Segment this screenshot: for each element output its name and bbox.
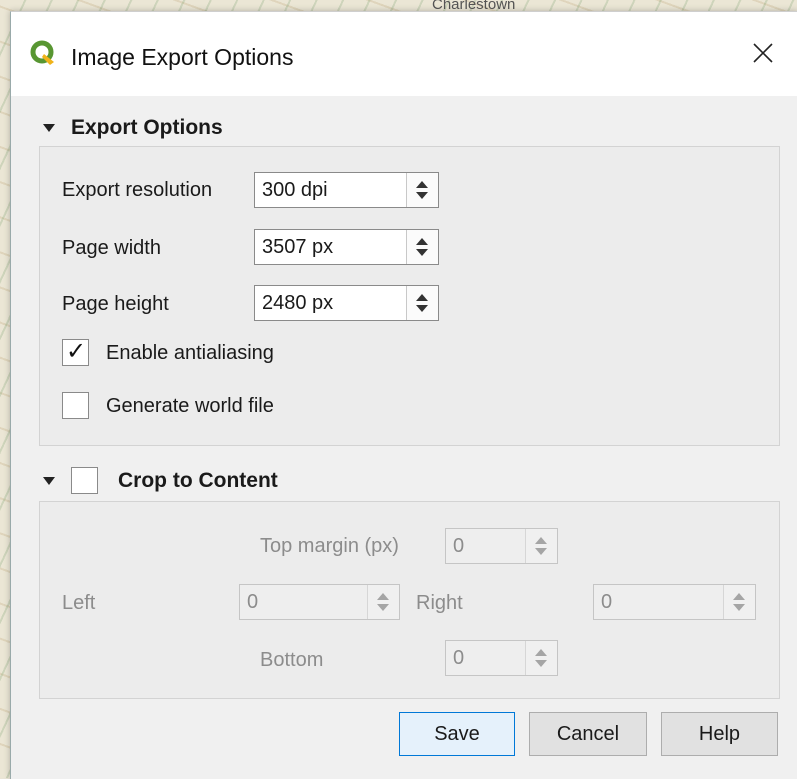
- crop-to-content-checkbox[interactable]: [71, 467, 98, 494]
- spin-buttons[interactable]: [367, 585, 399, 619]
- spin-buttons[interactable]: [406, 286, 438, 320]
- collapse-arrow-icon[interactable]: [43, 476, 55, 485]
- bottom-margin-spinbox[interactable]: 0: [445, 640, 558, 676]
- cancel-button[interactable]: Cancel: [529, 712, 647, 756]
- spin-down-icon[interactable]: [733, 604, 745, 611]
- export-options-title: Export Options: [71, 116, 223, 139]
- page-width-spinbox[interactable]: 3507 px: [254, 229, 439, 265]
- export-resolution-value: 300 dpi: [262, 179, 328, 201]
- spin-buttons[interactable]: [406, 173, 438, 207]
- spin-down-icon[interactable]: [416, 249, 428, 256]
- left-margin-value: 0: [247, 591, 259, 613]
- spin-up-icon[interactable]: [416, 181, 428, 188]
- spin-down-icon[interactable]: [535, 660, 547, 667]
- export-options-group: Export resolution 300 dpi Page width 350…: [39, 146, 780, 446]
- spin-up-icon[interactable]: [416, 294, 428, 301]
- top-margin-label: Top margin (px): [260, 535, 399, 557]
- right-margin-value: 0: [601, 591, 613, 613]
- dialog-title: Image Export Options: [71, 44, 294, 70]
- checkmark-icon: ✓: [66, 337, 87, 365]
- export-resolution-spinbox[interactable]: 300 dpi: [254, 172, 439, 208]
- spin-buttons[interactable]: [406, 230, 438, 264]
- close-icon[interactable]: [748, 38, 778, 68]
- antialiasing-label[interactable]: Enable antialiasing: [106, 342, 274, 365]
- world-file-label[interactable]: Generate world file: [106, 395, 274, 418]
- page-width-value: 3507 px: [262, 236, 334, 258]
- left-margin-label: Left: [62, 592, 96, 614]
- title-bar: Image Export Options: [11, 12, 797, 96]
- right-margin-spinbox[interactable]: 0: [593, 584, 756, 620]
- page-height-label: Page height: [62, 293, 169, 315]
- right-margin-label: Right: [416, 592, 463, 614]
- image-export-dialog: Image Export Options Export Options Expo…: [10, 11, 797, 779]
- spin-down-icon[interactable]: [377, 604, 389, 611]
- export-options-header[interactable]: Export Options: [43, 116, 223, 140]
- top-margin-spinbox[interactable]: 0: [445, 528, 558, 564]
- help-button[interactable]: Help: [661, 712, 778, 756]
- spin-buttons[interactable]: [723, 585, 755, 619]
- top-margin-value: 0: [453, 535, 465, 557]
- crop-margins-group: Top margin (px) 0 Left 0 Right 0 Bottom …: [39, 501, 780, 699]
- world-file-checkbox[interactable]: [62, 392, 89, 419]
- save-button[interactable]: Save: [399, 712, 515, 756]
- spin-up-icon[interactable]: [377, 593, 389, 600]
- export-resolution-label: Export resolution: [62, 179, 213, 201]
- spin-buttons[interactable]: [525, 641, 557, 675]
- spin-up-icon[interactable]: [535, 537, 547, 544]
- antialiasing-checkbox[interactable]: ✓: [62, 337, 89, 366]
- crop-to-content-title[interactable]: Crop to Content: [118, 469, 278, 493]
- page-height-value: 2480 px: [262, 292, 334, 314]
- spin-down-icon[interactable]: [416, 305, 428, 312]
- left-margin-spinbox[interactable]: 0: [239, 584, 400, 620]
- crop-header[interactable]: Crop to Content: [43, 467, 278, 494]
- spin-down-icon[interactable]: [416, 192, 428, 199]
- bottom-margin-value: 0: [453, 647, 465, 669]
- page-width-label: Page width: [62, 237, 161, 259]
- qgis-icon: [30, 40, 54, 65]
- spin-up-icon[interactable]: [416, 238, 428, 245]
- collapse-arrow-icon[interactable]: [43, 124, 55, 132]
- spin-up-icon[interactable]: [733, 593, 745, 600]
- spin-down-icon[interactable]: [535, 548, 547, 555]
- spin-up-icon[interactable]: [535, 649, 547, 656]
- spin-buttons[interactable]: [525, 529, 557, 563]
- bottom-margin-label: Bottom: [260, 649, 324, 671]
- page-height-spinbox[interactable]: 2480 px: [254, 285, 439, 321]
